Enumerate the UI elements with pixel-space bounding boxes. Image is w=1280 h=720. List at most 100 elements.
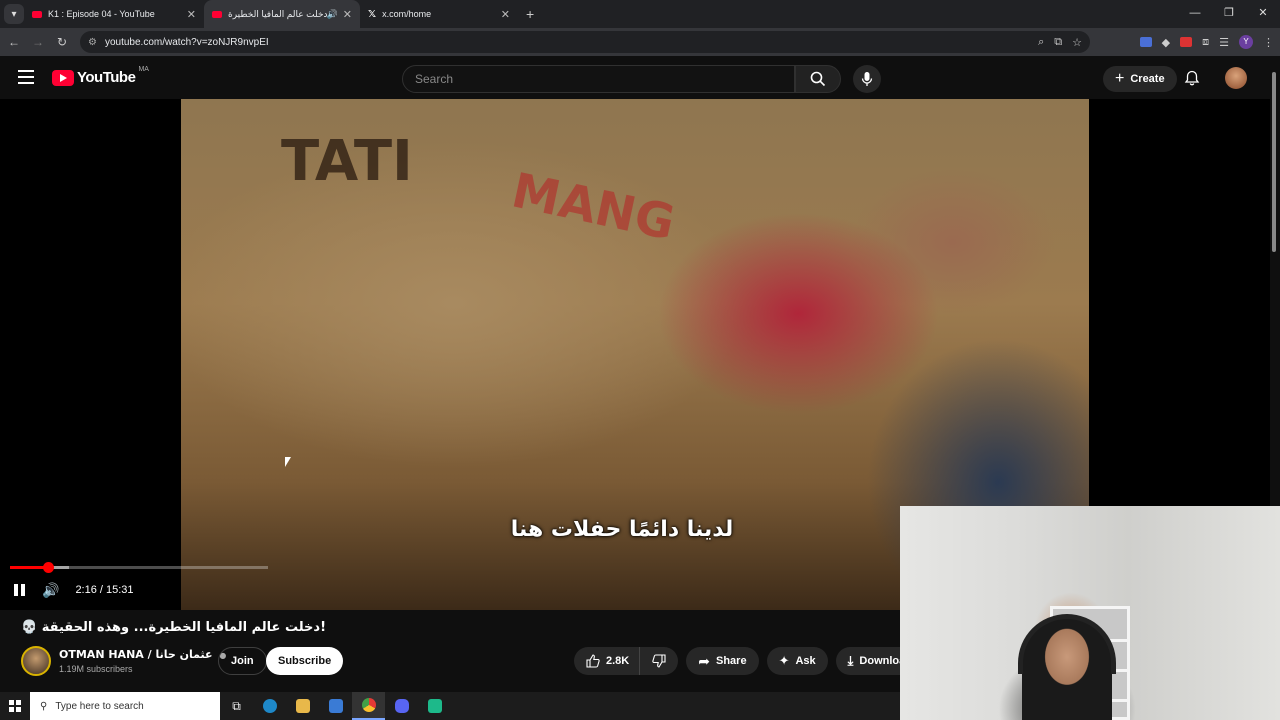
microsoft-store-icon[interactable] — [319, 692, 352, 720]
tab-k1-episode[interactable]: K1 : Episode 04 - YouTube ✕ — [24, 0, 204, 28]
x-favicon-icon: 𝕏 — [368, 8, 377, 20]
share-button[interactable]: ➦ Share — [686, 647, 759, 675]
address-bar[interactable]: ⚙ youtube.com/watch?v=zoNJR9nvpEI ⌕ ⧉ ☆ — [80, 31, 1090, 53]
mouse-cursor-icon — [285, 457, 291, 467]
microphone-icon — [861, 72, 873, 86]
share-arrow-icon: ➦ — [698, 652, 710, 669]
dislike-button[interactable] — [639, 647, 679, 675]
channel-name-text: OTMAN HANA / عثمان حانا — [59, 648, 213, 661]
restore-icon[interactable]: ❐ — [1212, 0, 1246, 28]
channel-avatar[interactable] — [21, 646, 51, 676]
video-title: 💀 دخلت عالم المافيا الخطيرة... وهذه الحق… — [21, 620, 327, 635]
zoom-icon[interactable]: ⌕ — [1038, 36, 1044, 49]
subscribe-button[interactable]: Subscribe — [266, 647, 344, 675]
discord-app-icon[interactable] — [385, 692, 418, 720]
extension-diamond-icon[interactable]: ◆ — [1162, 36, 1170, 49]
graffiti-text: MANG — [506, 162, 680, 252]
video-subtitle: لدينا دائمًا حفلات هنا — [510, 517, 734, 542]
thumbs-up-icon — [586, 654, 600, 668]
profile-avatar-icon[interactable]: Y — [1239, 35, 1253, 49]
join-button[interactable]: Join — [218, 647, 267, 675]
close-window-icon[interactable]: ✕ — [1246, 0, 1280, 28]
tab-label: x.com/home — [382, 9, 432, 19]
tab-search-icon[interactable]: ▾ — [4, 4, 24, 24]
menu-icon[interactable] — [18, 70, 34, 84]
translate-extension-icon[interactable] — [1139, 37, 1152, 47]
time-display: 2:16 / 15:31 — [75, 584, 134, 596]
reload-icon[interactable]: ↻ — [50, 35, 74, 49]
youtube-header: YouTube MA Search + Create — [0, 58, 1280, 98]
audio-playing-icon[interactable]: 🔊 — [327, 9, 338, 20]
file-explorer-icon[interactable] — [286, 692, 319, 720]
site-info-icon[interactable]: ⚙ — [88, 37, 97, 48]
tab-close-icon[interactable]: ✕ — [343, 8, 352, 21]
webcam-overlay — [900, 506, 1280, 720]
scrollbar-thumb[interactable] — [1272, 72, 1276, 252]
graffiti-text: TATI — [281, 129, 413, 194]
window-controls: — ❐ ✕ — [1178, 0, 1280, 28]
search-icon — [810, 71, 826, 87]
taskbar-search-placeholder: Type here to search — [55, 700, 144, 712]
plus-icon: + — [1115, 70, 1125, 87]
youtube-favicon-icon — [212, 10, 222, 18]
extension-red-icon[interactable] — [1180, 37, 1193, 47]
like-count: 2.8K — [606, 655, 630, 667]
youtube-logo[interactable]: YouTube MA — [52, 66, 149, 86]
account-avatar[interactable] — [1225, 67, 1247, 89]
share-label: Share — [715, 655, 747, 667]
task-view-icon[interactable]: ⧉ — [220, 692, 253, 720]
tab-x-home[interactable]: 𝕏 x.com/home ✕ — [360, 0, 518, 28]
youtube-favicon-icon — [32, 10, 42, 18]
search-button[interactable] — [795, 65, 841, 93]
ask-label: Ask — [795, 655, 816, 667]
back-icon[interactable]: ← — [2, 35, 26, 49]
create-label: Create — [1130, 73, 1165, 85]
subscriber-count: 1.19M subscribers — [59, 664, 133, 674]
search-input[interactable]: Search — [402, 65, 795, 93]
progress-scrubber-handle[interactable] — [42, 562, 54, 573]
omnibox-actions: ⌕ ⧉ ☆ — [1038, 36, 1082, 49]
tab-label: K1 : Episode 04 - YouTube — [48, 9, 155, 19]
download-icon: ⤓ — [847, 653, 854, 668]
start-button[interactable] — [0, 700, 30, 712]
tab-current-video[interactable]: دخلت عالم المافيا الخطيرة... 🔊 ✕ — [204, 0, 360, 28]
url-text: youtube.com/watch?v=zoNJR9nvpEI — [104, 36, 269, 48]
forward-icon[interactable]: → — [26, 35, 50, 49]
browser-tabbar: ▾ K1 : Episode 04 - YouTube ✕ دخلت عالم … — [0, 0, 1280, 28]
green-app-icon[interactable] — [418, 692, 451, 720]
extensions-puzzle-icon[interactable]: ⧈ — [1202, 36, 1209, 49]
chrome-browser-icon[interactable] — [352, 692, 385, 720]
create-button[interactable]: + Create — [1103, 66, 1177, 92]
sparkle-icon: ✦ — [778, 653, 790, 668]
minimize-icon[interactable]: — — [1178, 0, 1212, 28]
reading-list-icon[interactable]: ☰ — [1219, 36, 1229, 49]
cast-icon[interactable]: ⧉ — [1054, 36, 1062, 49]
bookmark-star-icon[interactable]: ☆ — [1072, 36, 1082, 49]
logo-text: YouTube — [77, 69, 136, 86]
thumbs-down-icon — [652, 654, 666, 668]
like-button[interactable]: 2.8K — [574, 647, 640, 675]
video-actions: 2.8K ➦ Share ✦ Ask ⤓ Download — [574, 647, 924, 675]
volume-icon[interactable]: 🔊 — [42, 582, 59, 599]
pause-icon[interactable] — [14, 584, 26, 596]
tab-close-icon[interactable]: ✕ — [187, 8, 196, 21]
video-info: 💀 دخلت عالم المافيا الخطيرة... وهذه الحق… — [0, 610, 924, 690]
search-icon: ⚲ — [40, 700, 48, 712]
edge-browser-icon[interactable] — [253, 692, 286, 720]
voice-search-button[interactable] — [853, 65, 881, 93]
channel-name[interactable]: OTMAN HANA / عثمان حانا ● — [59, 648, 226, 661]
extensions-area: ◆ ⧈ ☰ Y ⋮ — [1139, 28, 1274, 56]
country-code: MA — [138, 66, 149, 73]
windows-logo-icon — [9, 700, 21, 712]
player-controls: 🔊 2:16 / 15:31 — [14, 579, 134, 601]
tab-label: دخلت عالم المافيا الخطيرة... — [228, 8, 328, 19]
browser-toolbar: ← → ↻ ⚙ youtube.com/watch?v=zoNJR9nvpEI … — [0, 28, 1280, 56]
taskbar-search-input[interactable]: ⚲ Type here to search — [30, 692, 220, 720]
new-tab-icon[interactable]: + — [526, 6, 534, 22]
tab-close-icon[interactable]: ✕ — [501, 8, 510, 21]
ask-button[interactable]: ✦ Ask — [766, 647, 828, 675]
progress-bar[interactable] — [10, 562, 268, 573]
browser-menu-icon[interactable]: ⋮ — [1263, 36, 1274, 49]
notifications-bell-icon[interactable] — [1184, 70, 1200, 86]
windows-taskbar: ⚲ Type here to search ⧉ — [0, 692, 900, 720]
